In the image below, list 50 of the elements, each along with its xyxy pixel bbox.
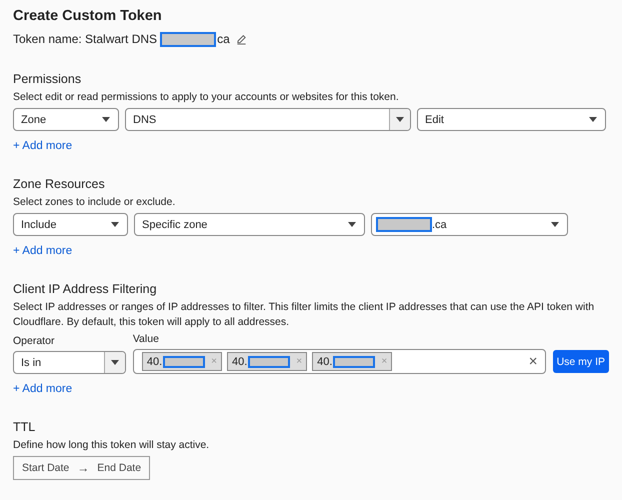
ip-prefix: 40. xyxy=(146,356,162,368)
dropdown-value: DNS xyxy=(133,114,158,126)
section-description: Select IP addresses or ranges of IP addresses to filter. This filter limits the client IP addresses that can use the API token with Cloudflare. By default, this token will apply to all addresses. xyxy=(13,300,596,330)
token-name-suffix: ca xyxy=(217,32,230,46)
add-more-link[interactable]: + Add more xyxy=(13,138,72,154)
start-date: Start Date xyxy=(22,462,70,474)
use-my-ip-button[interactable]: Use my IP xyxy=(552,350,609,373)
dropdown-value: Edit xyxy=(425,114,445,126)
dropdown[interactable]: .ca xyxy=(371,213,568,236)
caret-icon xyxy=(102,117,110,122)
section-description: Define how long this token will stay active. xyxy=(13,438,210,453)
add-more-link[interactable]: + Add more xyxy=(13,243,72,259)
add-more-link[interactable]: + Add more xyxy=(13,381,72,397)
caret-icon xyxy=(396,117,404,122)
caret-icon xyxy=(348,222,356,227)
caret-icon xyxy=(551,222,559,227)
token-name: Token name: Stalwart DNS xyxy=(13,32,158,46)
dropdown[interactable]: Specific zone xyxy=(134,213,365,236)
date-range-field[interactable]: Start Date → End Date xyxy=(13,456,150,480)
caret-icon xyxy=(110,360,119,365)
dropdown-value: Is in xyxy=(21,356,42,368)
dropdown[interactable]: Edit xyxy=(417,108,606,131)
dropdown-toggle[interactable] xyxy=(389,109,410,130)
dropdown-value: .ca xyxy=(432,218,448,230)
caret-icon xyxy=(589,117,597,122)
section-heading: Permissions xyxy=(13,71,82,87)
arrow-icon: → xyxy=(77,461,90,475)
dropdown-value: Include xyxy=(21,218,58,230)
section-heading: Zone Resources xyxy=(13,176,106,192)
caret-icon xyxy=(111,222,119,227)
field-label: Value xyxy=(132,332,160,346)
dropdown[interactable]: DNS xyxy=(125,108,411,131)
clear-button[interactable]: × xyxy=(528,353,538,370)
section-description: Select edit or read permissions to apply to your accounts or websites for this token. xyxy=(13,90,400,105)
dropdown[interactable]: Is in xyxy=(13,351,126,374)
ip-prefix: 40. xyxy=(232,356,248,368)
field-label: Operator xyxy=(13,334,56,348)
pencil-icon[interactable] xyxy=(236,34,247,44)
dropdown-toggle[interactable] xyxy=(104,352,125,373)
dropdown-value: Zone xyxy=(21,114,48,126)
ip-prefix: 40. xyxy=(317,356,332,368)
ip-input-field[interactable]: 40. × 40. × 40. × × xyxy=(132,349,546,374)
section-heading: TTL xyxy=(13,419,36,435)
dropdown[interactable]: Include xyxy=(13,213,128,236)
dropdown-value: Specific zone xyxy=(142,218,208,230)
section-heading: Client IP Address Filtering xyxy=(13,281,158,297)
end-date: End Date xyxy=(97,462,142,474)
dropdown[interactable]: Zone xyxy=(13,108,119,131)
section-description: Select zones to include or exclude. xyxy=(13,195,176,210)
page-title: Create Custom Token xyxy=(13,7,163,25)
